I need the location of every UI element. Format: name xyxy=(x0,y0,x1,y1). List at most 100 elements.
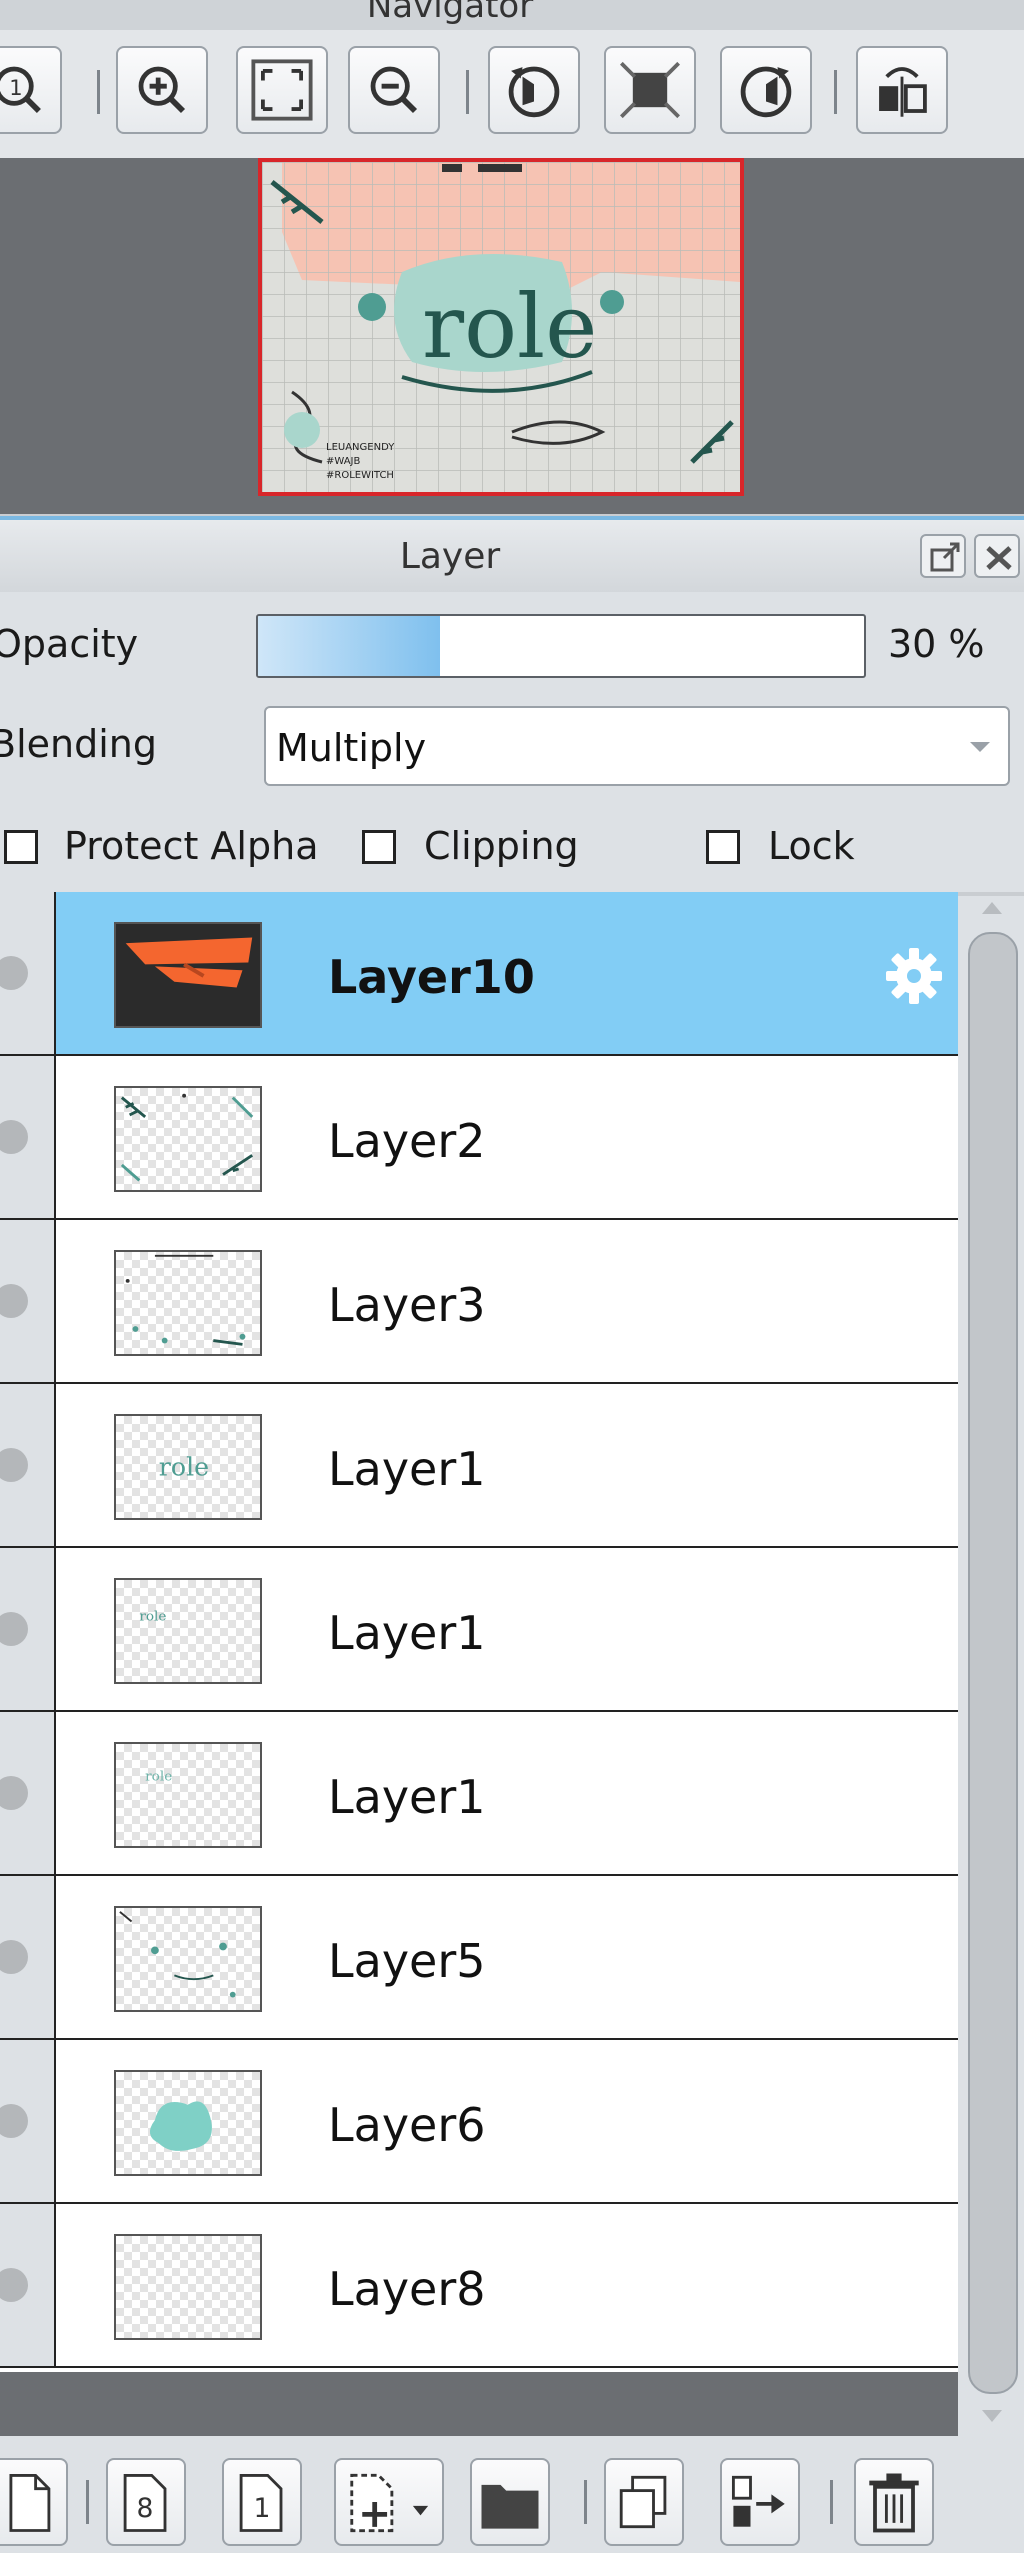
layer-visibility-toggle[interactable] xyxy=(0,2204,56,2366)
layer-visibility-toggle[interactable] xyxy=(0,1712,56,1874)
layer-name: Layer2 xyxy=(328,1114,486,1168)
delete-layer-icon xyxy=(869,2473,919,2533)
opacity-slider[interactable] xyxy=(256,614,866,678)
clipping-checkbox[interactable] xyxy=(362,830,396,864)
layer-bottom-toolbar: 8 1 xyxy=(0,2436,1024,2553)
layer-thumbnail xyxy=(114,922,262,1028)
layer-row[interactable]: role Layer1 xyxy=(0,1548,958,1712)
layer-thumbnail xyxy=(114,1086,262,1192)
opacity-value: 30 % xyxy=(888,622,985,666)
visibility-dot-icon xyxy=(0,2268,28,2302)
layer-row[interactable]: Layer10 xyxy=(0,892,958,1056)
layer-visibility-toggle[interactable] xyxy=(0,2040,56,2202)
layer-thumbnail: role xyxy=(114,1742,262,1848)
merge-down-icon xyxy=(731,2475,785,2527)
fit-to-window-button[interactable] xyxy=(236,46,328,134)
reset-rotation-button[interactable] xyxy=(604,46,696,134)
delete-layer-button[interactable] xyxy=(854,2458,934,2546)
flip-horizontal-icon xyxy=(879,67,927,117)
lock-label: Lock xyxy=(768,824,855,868)
preview-caption-2: #WAJB xyxy=(326,456,361,467)
new-1bit-layer-icon: 1 xyxy=(239,2473,283,2532)
layer-name: Layer1 xyxy=(328,1606,486,1660)
zoom-actual-size-button[interactable]: 1 xyxy=(0,46,62,134)
preview-caption-1: LEUANGENDY xyxy=(326,442,395,453)
close-panel-button[interactable] xyxy=(974,534,1020,578)
layer-row[interactable]: Layer8 xyxy=(0,2204,958,2368)
scroll-down-icon[interactable] xyxy=(982,2410,1002,2422)
detach-panel-button[interactable] xyxy=(920,534,966,578)
svg-text:role: role xyxy=(145,1769,172,1785)
layer-name: Layer1 xyxy=(328,1770,486,1824)
navigator-header: Navigator xyxy=(0,0,1024,30)
detach-icon xyxy=(930,542,960,572)
layer-row[interactable]: Layer3 xyxy=(0,1220,958,1384)
new-layer-button[interactable] xyxy=(0,2458,68,2546)
merge-down-button[interactable] xyxy=(720,2458,800,2546)
scrollbar-thumb[interactable] xyxy=(968,932,1018,2394)
layer-visibility-toggle[interactable] xyxy=(0,1056,56,1218)
layer-row[interactable]: Layer5 xyxy=(0,1876,958,2040)
layer-visibility-toggle[interactable] xyxy=(0,1548,56,1710)
layer-name: Layer6 xyxy=(328,2098,486,2152)
layer-list-empty-area[interactable] xyxy=(0,2372,958,2436)
layer-visibility-toggle[interactable] xyxy=(0,1220,56,1382)
layer-list-scrollbar[interactable] xyxy=(958,896,1024,2436)
navigator-preview[interactable]: role LEUANGENDY #WAJB #ROLEWITCH xyxy=(258,158,744,496)
rotate-left-button[interactable] xyxy=(488,46,580,134)
visibility-dot-icon xyxy=(0,2104,28,2138)
new-folder-button[interactable] xyxy=(470,2458,550,2546)
layer-name: Layer10 xyxy=(328,950,535,1004)
visibility-dot-icon xyxy=(0,1776,28,1810)
rotate-right-button[interactable] xyxy=(720,46,812,134)
duplicate-layer-button[interactable] xyxy=(604,2458,684,2546)
add-layer-menu-button[interactable] xyxy=(334,2458,444,2546)
preview-title-text: role xyxy=(422,275,597,378)
scroll-up-icon[interactable] xyxy=(982,902,1002,914)
layer-row[interactable]: role Layer1 xyxy=(0,1384,958,1548)
new-8bit-layer-icon: 8 xyxy=(123,2473,167,2532)
protect-alpha-checkbox[interactable] xyxy=(4,830,38,864)
layer-row[interactable]: Layer2 xyxy=(0,1056,958,1220)
layer-thumbnail: role xyxy=(114,1414,262,1520)
zoom-out-icon xyxy=(370,66,418,114)
layer-panel-header: Layer xyxy=(0,516,1024,592)
reset-rotation-icon xyxy=(620,61,680,119)
layer-visibility-toggle[interactable] xyxy=(0,1384,56,1546)
visibility-dot-icon xyxy=(0,1448,28,1482)
canvas-preview-image: role LEUANGENDY #WAJB #ROLEWITCH xyxy=(262,162,740,492)
svg-text:1: 1 xyxy=(9,76,22,100)
svg-text:role: role xyxy=(139,1608,166,1624)
visibility-dot-icon xyxy=(0,1120,28,1154)
new-8bit-layer-button[interactable]: 8 xyxy=(106,2458,186,2546)
layer-name: Layer8 xyxy=(328,2262,486,2316)
visibility-dot-icon xyxy=(0,1612,28,1646)
layer-thumbnail xyxy=(114,2234,262,2340)
layer-row[interactable]: Layer6 xyxy=(0,2040,958,2204)
chevron-down-icon xyxy=(970,742,990,752)
new-layer-icon xyxy=(9,2473,51,2532)
zoom-in-icon xyxy=(138,66,186,114)
layer-row[interactable]: role Layer1 xyxy=(0,1712,958,1876)
add-layer-menu-icon xyxy=(350,2473,429,2533)
visibility-dot-icon xyxy=(0,1284,28,1318)
layer-visibility-toggle[interactable] xyxy=(0,892,56,1054)
zoom-out-button[interactable] xyxy=(348,46,440,134)
layer-panel-title: Layer xyxy=(399,536,501,577)
layer-list: Layer10 Layer2 Layer3 role Layer1 role Layer1 r… xyxy=(0,892,958,2372)
opacity-label: Opacity xyxy=(0,622,139,666)
flip-horizontal-button[interactable] xyxy=(856,46,948,134)
layer-thumbnail: role xyxy=(114,1578,262,1684)
rotate-left-icon xyxy=(508,66,560,118)
blending-label: Blending xyxy=(0,722,157,766)
duplicate-layer-icon xyxy=(619,2475,667,2529)
new-1bit-layer-button[interactable]: 1 xyxy=(222,2458,302,2546)
lock-checkbox[interactable] xyxy=(706,830,740,864)
zoom-in-button[interactable] xyxy=(116,46,208,134)
blending-select[interactable]: Multiply xyxy=(264,706,1010,786)
1bit-label: 1 xyxy=(253,2493,270,2524)
layer-name: Layer1 xyxy=(328,1442,486,1496)
layer-visibility-toggle[interactable] xyxy=(0,1876,56,2038)
layer-settings-gear-icon[interactable] xyxy=(882,944,946,1008)
rotate-right-icon xyxy=(740,66,792,118)
